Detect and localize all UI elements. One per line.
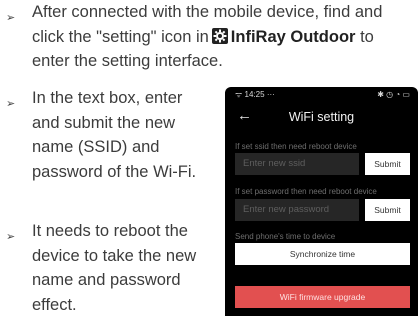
bullet-arrow-icon: ➢ [6,12,16,24]
status-time: 14:25 [244,90,265,99]
bullet-3-text: It needs to reboot the device to take th… [32,222,197,314]
app-name: InfiRay Outdoor [230,27,356,46]
ssid-submit-button[interactable]: Submit [365,153,410,175]
instruction-bullet-3: ➢ It needs to reboot the device to take … [6,219,202,317]
firmware-upgrade-button[interactable]: WiFi firmware upgrade [235,286,410,308]
synchronize-time-button[interactable]: Synchronize time [235,243,410,265]
instruction-bullet-2: ➢ In the text box, enter and submit the … [6,86,202,184]
password-hint: If set password then need reboot device [235,187,377,196]
status-bar: ᯤ 14:25 ··· ✱ ◷ ◔ ▭ [225,87,418,103]
more-notifications-icon: ··· [266,90,275,99]
signal-icon: ᯤ [235,90,243,99]
settings-gear-icon [211,27,228,44]
bullet-arrow-icon: ➢ [6,231,16,243]
password-input[interactable]: Enter new password [235,199,359,221]
ssid-input[interactable]: Enter new ssid [235,153,359,175]
phone-screenshot: ᯤ 14:25 ··· ✱ ◷ ◔ ▭ ← WiFi setting If se… [225,87,418,316]
instruction-bullet-1: ➢ After connected with the mobile device… [6,0,416,74]
status-left: ᯤ 14:25 ··· [235,87,275,103]
bullet-arrow-icon: ➢ [6,98,16,110]
app-header: ← WiFi setting [225,105,418,133]
password-submit-button[interactable]: Submit [365,199,410,221]
bullet-2-text: In the text box, enter and submit the ne… [32,89,197,181]
page-title: WiFi setting [288,110,355,124]
time-hint: Send phone's time to device [235,232,336,241]
status-icons: ✱ ◷ ◔ ▭ [377,90,410,99]
ssid-hint: If set ssid then need reboot device [235,142,357,151]
